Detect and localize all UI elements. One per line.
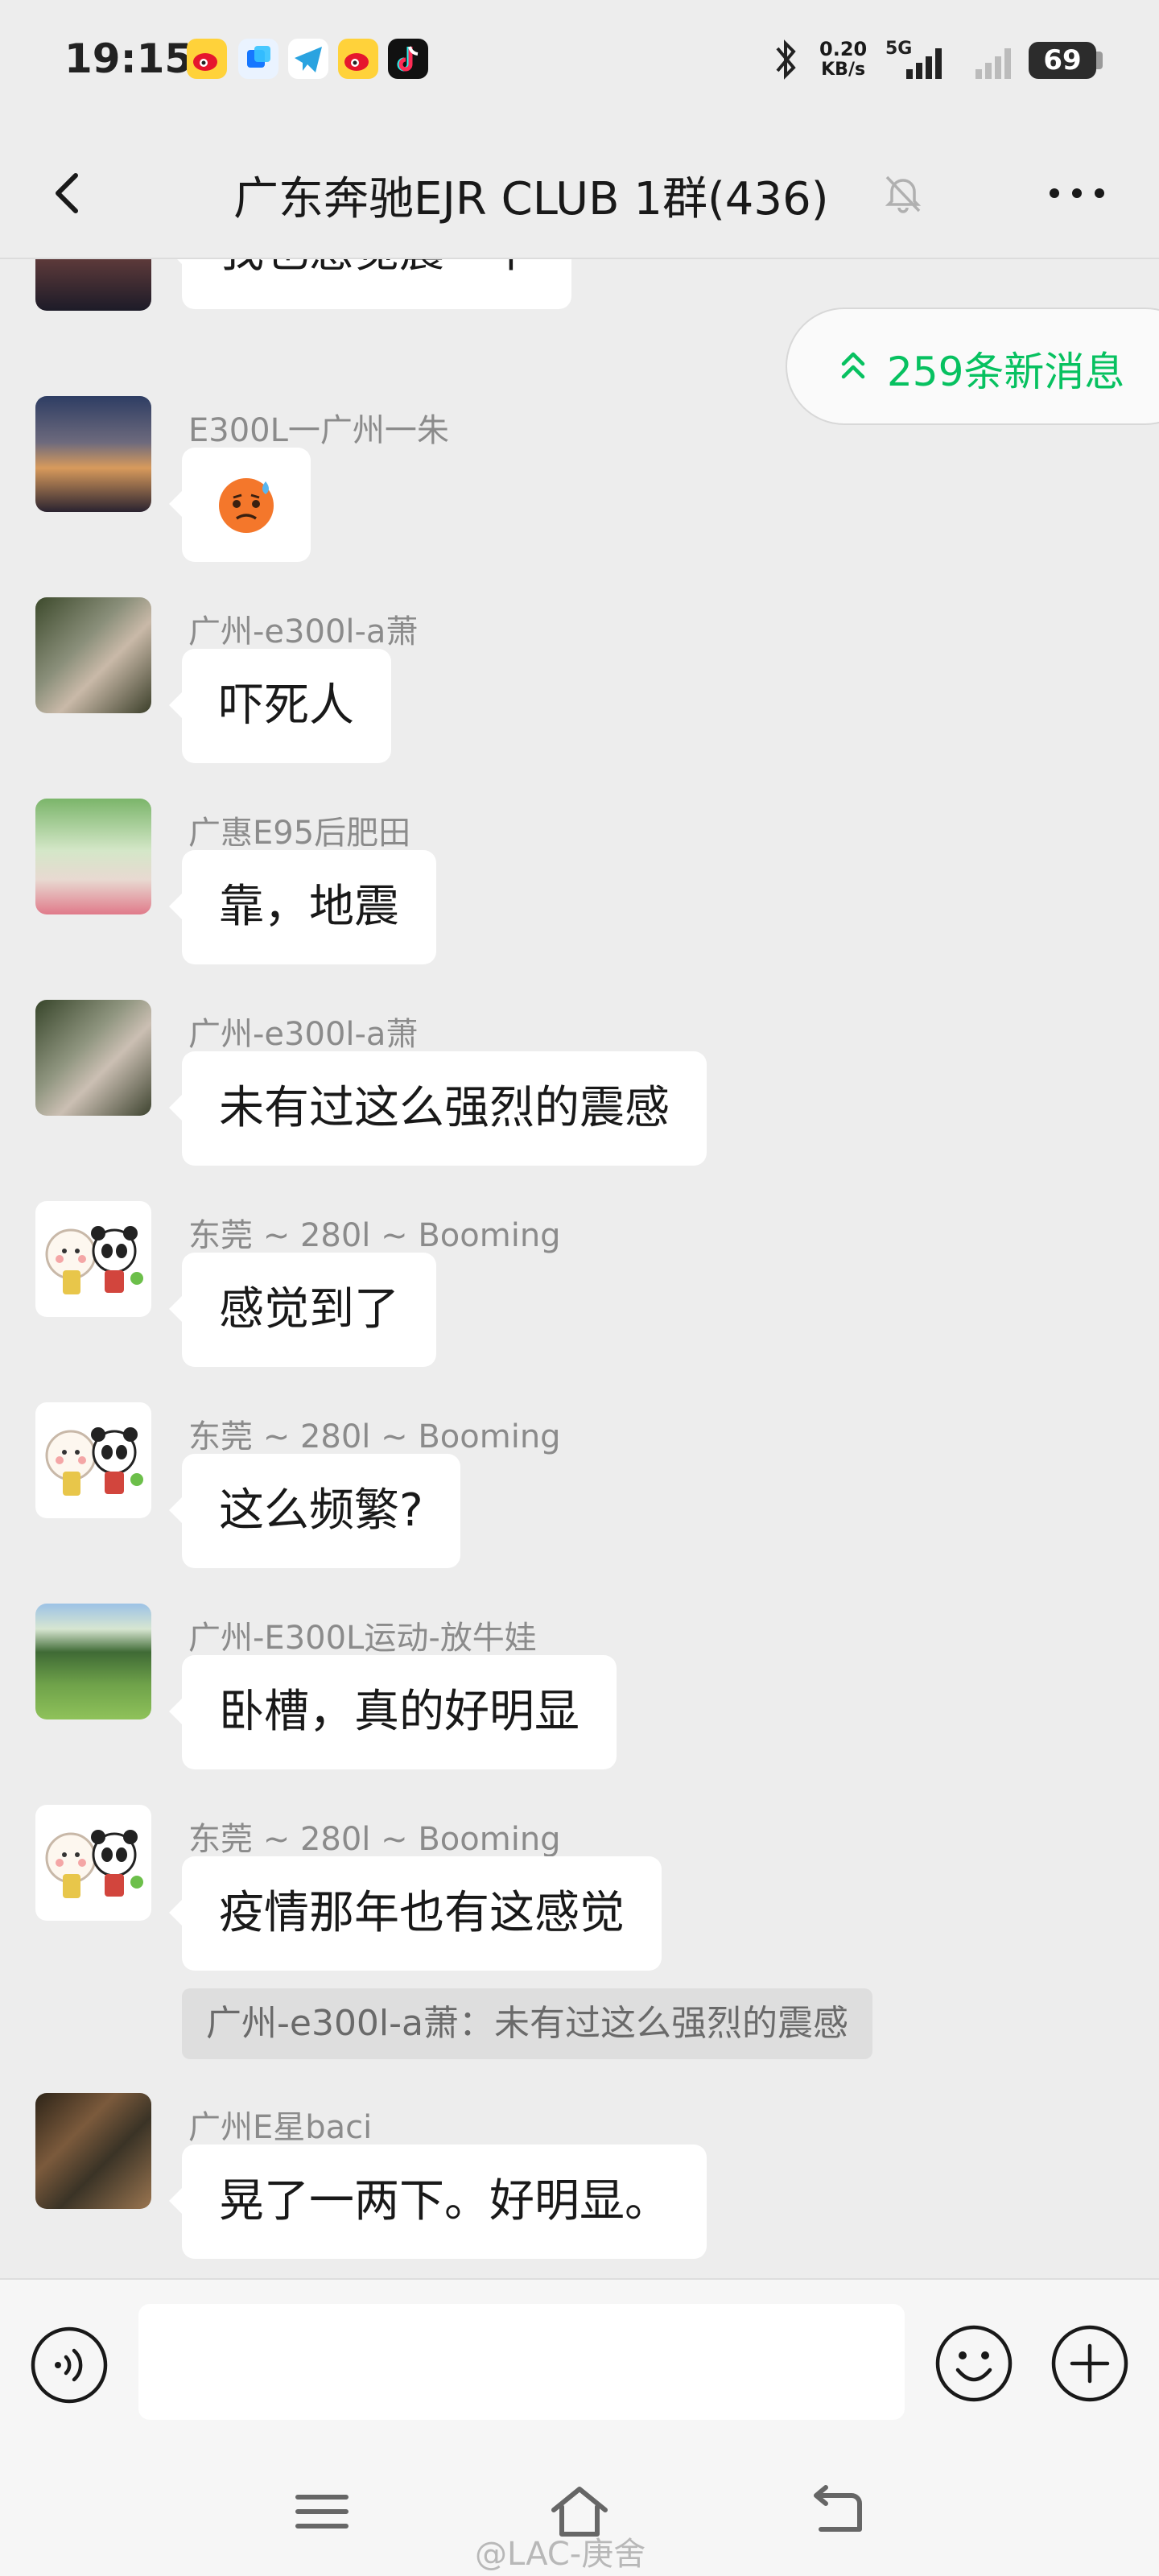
- message-bubble[interactable]: 靠，地震: [169, 850, 436, 964]
- sender-name: 东莞 ~ 280l ~ Booming: [188, 1418, 561, 1455]
- sender-name: 广惠E95后肥田: [188, 815, 411, 852]
- signal-strength-icon: [901, 45, 950, 84]
- return-arrow-icon: [814, 2485, 862, 2532]
- message-bubble[interactable]: [169, 448, 311, 562]
- cat-panda-avatar-icon: [45, 1830, 143, 1898]
- cat-panda-avatar-icon: [45, 1427, 143, 1496]
- status-time: 19:15: [64, 35, 193, 82]
- message-bubble[interactable]: 吓死人: [169, 649, 391, 763]
- avatar[interactable]: [35, 1805, 151, 1921]
- recent-apps-button[interactable]: [290, 2483, 354, 2541]
- sender-name: 东莞 ~ 280l ~ Booming: [188, 1217, 561, 1254]
- back-nav-button[interactable]: [805, 2483, 869, 2541]
- smiley-face-icon: [935, 2325, 1013, 2402]
- new-messages-button[interactable]: 259条新消息: [786, 308, 1159, 425]
- weibo-notification-icon: [187, 39, 227, 79]
- mute-bell-icon: [881, 171, 926, 216]
- app-notification-icon: [238, 39, 278, 79]
- weibo-notification-icon-2: [338, 39, 378, 79]
- network-speed: 0.20 KB/s: [819, 39, 867, 80]
- status-bar: 19:15 0.20 KB/s 5G 69: [0, 0, 1159, 129]
- avatar[interactable]: [35, 1201, 151, 1317]
- new-messages-label: 259条新消息: [887, 349, 1125, 395]
- avatar[interactable]: [35, 2093, 151, 2209]
- avatar[interactable]: [35, 1000, 151, 1116]
- avatar[interactable]: [35, 259, 151, 311]
- avatar[interactable]: [35, 1604, 151, 1719]
- chevron-left-icon: [56, 173, 78, 213]
- more-actions-button[interactable]: [1050, 2323, 1130, 2404]
- back-button[interactable]: [35, 161, 100, 225]
- bluetooth-icon: [769, 37, 802, 85]
- signal-strength-sim2-icon: [971, 45, 1019, 84]
- battery-indicator: 69: [1029, 42, 1096, 79]
- input-bar: [0, 2278, 1159, 2439]
- telegram-notification-icon: [288, 39, 328, 79]
- avatar[interactable]: [35, 597, 151, 713]
- message-bubble[interactable]: 卧槽，真的好明显: [169, 1655, 617, 1769]
- quoted-message[interactable]: 广州-e300l-a萧：未有过这么强烈的震感: [182, 1988, 872, 2059]
- chat-header: 广东奔驰EJR CLUB 1群(436): [0, 129, 1159, 259]
- double-chevron-up-icon: [841, 352, 865, 379]
- network-speed-value: 0.20: [819, 38, 868, 60]
- tiktok-notification-icon: [388, 39, 428, 79]
- more-dots-icon: [1050, 188, 1104, 198]
- sweat-face-emoji-icon: [219, 478, 274, 533]
- sender-name: E300L一广州一朱: [188, 412, 449, 449]
- system-nav-bar: @LAC-庚舍: [0, 2439, 1159, 2576]
- sender-name: 广州-e300l-a萧: [188, 613, 419, 650]
- network-speed-unit: KB/s: [821, 60, 866, 80]
- avatar[interactable]: [35, 1402, 151, 1518]
- sender-name: 东莞 ~ 280l ~ Booming: [188, 1821, 561, 1858]
- message-list[interactable]: 我也感觉震一下 E300L一广州一朱 广州-e300l-a萧 吓死人 广惠E95…: [0, 259, 1159, 2278]
- message-bubble[interactable]: 未有过这么强烈的震感: [169, 1051, 707, 1166]
- more-options-button[interactable]: [1038, 171, 1116, 216]
- cat-panda-avatar-icon: [45, 1226, 143, 1294]
- battery-tip: [1096, 52, 1103, 69]
- watermark: @LAC-庚舍: [475, 2536, 646, 2573]
- emoji-button[interactable]: [934, 2323, 1014, 2404]
- message-bubble[interactable]: 我也感觉震一下: [169, 259, 571, 309]
- sender-name: 广州-e300l-a萧: [188, 1016, 419, 1053]
- message-bubble[interactable]: 这么频繁?: [169, 1454, 460, 1568]
- avatar[interactable]: [35, 396, 151, 512]
- sender-name: 广州-E300L运动-放牛娃: [188, 1620, 537, 1657]
- chat-title: 广东奔驰EJR CLUB 1群(436): [233, 173, 829, 225]
- menu-lines-icon: [295, 2495, 349, 2529]
- message-bubble[interactable]: 疫情那年也有这感觉: [169, 1856, 662, 1971]
- sender-name: 广州E星baci: [188, 2109, 373, 2146]
- voice-input-button[interactable]: [29, 2325, 109, 2405]
- plus-circle-icon: [1051, 2325, 1128, 2402]
- voice-icon: [31, 2326, 108, 2404]
- message-bubble[interactable]: 晃了一两下。好明显。: [169, 2145, 707, 2259]
- message-bubble[interactable]: 感觉到了: [169, 1253, 436, 1367]
- avatar[interactable]: [35, 799, 151, 914]
- message-input[interactable]: [138, 2304, 905, 2420]
